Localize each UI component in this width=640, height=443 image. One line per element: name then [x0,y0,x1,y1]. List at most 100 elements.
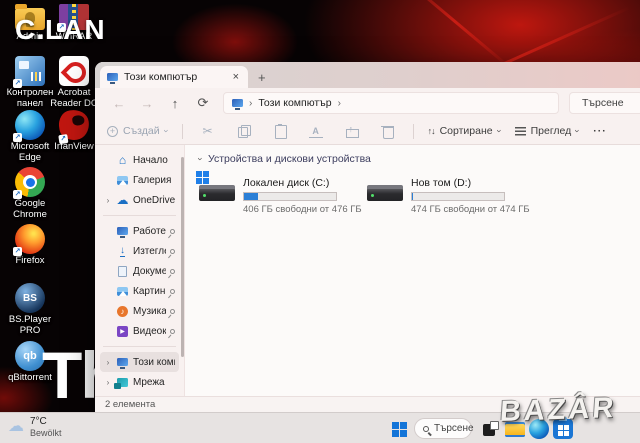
desktop-icon-label: Microsoft Edge [10,141,50,163]
expand-chevron-icon[interactable]: › [104,378,112,387]
chevron-down-icon: › [161,129,172,133]
taskbar-explorer-button[interactable] [504,418,526,440]
divider [181,123,183,139]
drive-c-icon [196,171,235,203]
sidebar-item-music[interactable]: ♪ Музика [100,301,179,321]
forward-button[interactable]: → [133,96,161,111]
user-folder-icon [15,4,45,30]
new-button-label: Създай [123,125,160,137]
windows-logo-icon [391,421,399,429]
sidebar-item-home[interactable]: ⌂ Начало [100,150,179,170]
home-icon: ⌂ [118,153,127,167]
drive-usage-fill [244,193,258,200]
status-bar: 2 елемента [95,396,640,412]
item-count: 2 елемента [105,399,156,410]
sidebar-item-network[interactable]: › Мрежа [100,372,179,392]
sidebar-item-downloads[interactable]: ↓ Изтеглени ф [100,241,179,261]
new-tab-button[interactable]: + [258,70,266,85]
sidebar-item-videos[interactable]: ▶ Видеоклипо [100,321,179,341]
wallpaper-streak [396,0,514,71]
delete-button[interactable] [377,123,399,139]
expand-chevron-icon[interactable]: › [104,358,112,367]
desktop-icon-label: BS.Player PRO [8,314,52,336]
section-header-label: Устройства и дискови устройства [208,153,371,165]
microsoft-store-icon [553,417,573,439]
drive-c[interactable]: Локален диск (C:) 406 ГБ свободни от 476… [196,171,362,215]
rename-button[interactable]: A [305,123,327,139]
pin-icon [168,327,177,335]
gallery-icon [117,175,128,185]
copy-button[interactable] [233,123,255,139]
taskbar-weather-widget[interactable]: ☁ 7°C Bewölkt [8,416,62,439]
sidebar-item-this-pc[interactable]: › Този компютър [100,352,179,372]
this-pc-icon [232,99,243,110]
desktop-icon-firefox[interactable]: ↗ Firefox [6,224,54,267]
desktop-icon-chrome[interactable]: ↗ Google Chrome [6,167,54,221]
drive-name: Нов том (D:) [411,177,472,189]
sidebar-item-onedrive[interactable]: › ☁ OneDrive [100,190,179,210]
pin-icon [168,247,177,255]
explorer-search-box[interactable]: Търсене [569,92,640,114]
taskbar-store-button[interactable] [552,417,574,440]
desktop-icon-label: Google Chrome [13,198,47,220]
shortcut-arrow-icon: ↗ [13,190,22,199]
task-view-button[interactable] [479,418,501,440]
chevron-right-icon: › [337,97,341,109]
new-button[interactable]: + Създай › [107,125,172,137]
sidebar-item-label: Начало [133,154,168,166]
address-breadcrumb[interactable]: › Този компютър › [223,92,559,114]
expand-chevron-icon[interactable]: › [104,196,112,205]
network-icon [114,377,128,389]
share-button[interactable] [341,121,363,139]
winrar-icon: ↗ [57,4,89,32]
more-options-button[interactable]: ··· [593,125,607,137]
drive-d-icon [367,177,403,203]
tab-close-icon[interactable]: × [231,71,241,83]
sidebar-item-documents[interactable]: Документи [100,261,179,281]
desktop-icon-admin[interactable]: Admin [6,2,54,43]
drive-d[interactable]: Нов том (D:) 474 ГБ свободни от 474 ГБ [367,177,530,215]
tab-title: Този компютър [124,71,198,83]
section-header-devices[interactable]: › Устройства и дискови устройства [196,153,640,165]
refresh-button[interactable]: ⟳ [189,95,217,111]
sort-button[interactable]: ↑↓ Сортиране › [428,125,505,137]
pictures-icon [117,286,128,296]
up-button[interactable]: ↑ [161,96,189,111]
start-button[interactable] [388,418,410,440]
desktop-icon-irfanview[interactable]: ↗ IrfanView [50,108,98,153]
desktop-icon-qbittorrent[interactable]: qb qBittorrent [6,341,54,384]
taskbar-search-box[interactable]: Търсене [414,418,474,439]
sidebar-item-desktop[interactable]: Работен пло [100,221,179,241]
drive-tiles: Локален диск (C:) 406 ГБ свободни от 476… [196,171,640,215]
sidebar-divider [103,346,176,347]
onedrive-cloud-icon: ☁ [116,193,129,207]
shortcut-arrow-icon: ↗ [58,134,69,145]
windows-logo-badge [196,171,202,177]
sort-label: Сортиране [439,125,493,137]
desktop-icon-control-panel[interactable]: ↗ Контролен панел [6,56,54,110]
view-button[interactable]: Преглед › [514,125,583,137]
collapse-chevron-icon[interactable]: › [196,158,206,161]
sidebar-item-pictures[interactable]: Картини [100,281,179,301]
taskbar-edge-button[interactable] [528,418,550,440]
hard-drive-icon [199,185,235,201]
paste-button[interactable] [269,123,291,139]
sidebar-scrollbar[interactable] [181,157,184,357]
desktop-icon-edge[interactable]: ↗ Microsoft Edge [6,110,54,164]
sidebar-item-gallery[interactable]: Галерия [100,170,179,190]
chevron-down-icon: › [572,129,583,133]
desktop-folder-icon [117,227,128,238]
cut-button[interactable]: ✂ [197,123,219,139]
desktop-icon-bsplayer[interactable]: BS BS.Player PRO [6,283,54,337]
breadcrumb-this-pc[interactable]: Този компютър [258,97,331,109]
irfanview-icon: ↗ [57,108,91,145]
pin-icon [168,227,177,235]
tab-this-pc[interactable]: Този компютър × [100,66,248,88]
back-button[interactable]: ← [105,96,133,111]
desktop-icon-acrobat[interactable]: Acrobat Reader DC [50,56,98,110]
drive-free-space: 406 ГБ свободни от 476 ГБ [243,204,362,215]
sidebar-item-label: OneDrive [133,194,175,206]
weather-condition: Bewölkt [30,428,62,438]
desktop-icon-winrar[interactable]: ↗ WinRAR [50,2,98,43]
hard-drive-icon [367,185,403,201]
